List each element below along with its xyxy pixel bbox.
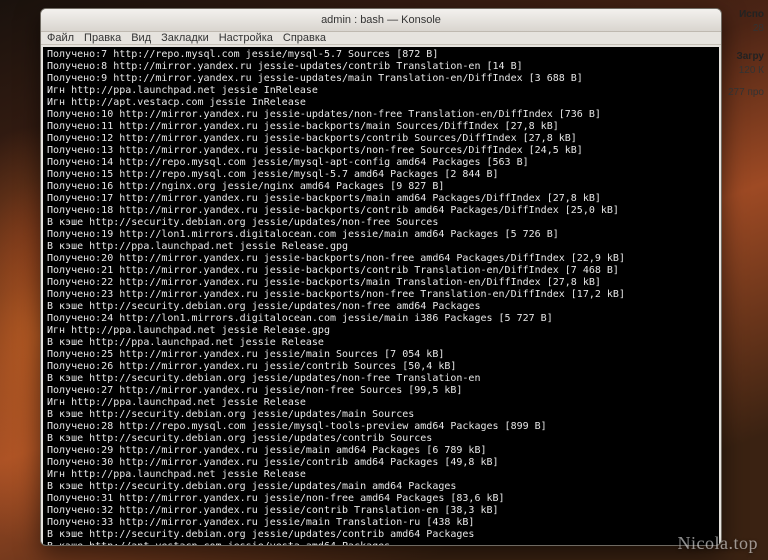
menu-file[interactable]: Файл bbox=[47, 32, 74, 44]
side-panel-cropped: Испо 28 Загру 120 К 277 про bbox=[716, 0, 768, 128]
terminal-line: Получено:8 http://mirror.yandex.ru jessi… bbox=[47, 61, 715, 73]
terminal-line: Получено:31 http://mirror.yandex.ru jess… bbox=[47, 493, 715, 505]
terminal-line: Получено:26 http://mirror.yandex.ru jess… bbox=[47, 361, 715, 373]
terminal-line: Получено:21 http://mirror.yandex.ru jess… bbox=[47, 265, 715, 277]
terminal-line: Получено:23 http://mirror.yandex.ru jess… bbox=[47, 289, 715, 301]
menu-bookmarks[interactable]: Закладки bbox=[161, 32, 209, 44]
terminal-line: Игн http://ppa.launchpad.net jessie Rele… bbox=[47, 397, 715, 409]
terminal-line: Получено:13 http://mirror.yandex.ru jess… bbox=[47, 145, 715, 157]
terminal-line: Получено:19 http://lon1.mirrors.digitalo… bbox=[47, 229, 715, 241]
terminal-line: Получено:25 http://mirror.yandex.ru jess… bbox=[47, 349, 715, 361]
terminal-output[interactable]: Получено:7 http://repo.mysql.com jessie/… bbox=[43, 47, 719, 546]
konsole-window: admin : bash — Konsole Файл Правка Вид З… bbox=[40, 8, 722, 546]
terminal-line: Получено:10 http://mirror.yandex.ru jess… bbox=[47, 109, 715, 121]
terminal-line: Получено:18 http://mirror.yandex.ru jess… bbox=[47, 205, 715, 217]
terminal-line: Получено:11 http://mirror.yandex.ru jess… bbox=[47, 121, 715, 133]
terminal-line: Получено:32 http://mirror.yandex.ru jess… bbox=[47, 505, 715, 517]
terminal-line: В кэше http://security.debian.org jessie… bbox=[47, 373, 715, 385]
menu-settings[interactable]: Настройка bbox=[219, 32, 273, 44]
terminal-line: В кэше http://security.debian.org jessie… bbox=[47, 529, 715, 541]
terminal-line: Получено:17 http://mirror.yandex.ru jess… bbox=[47, 193, 715, 205]
terminal-line: Получено:30 http://mirror.yandex.ru jess… bbox=[47, 457, 715, 469]
watermark-text: Nicola.top bbox=[678, 533, 758, 554]
terminal-line: Получено:15 http://repo.mysql.com jessie… bbox=[47, 169, 715, 181]
side-header-2: Загру bbox=[716, 50, 764, 64]
terminal-line: В кэше http://ppa.launchpad.net jessie R… bbox=[47, 337, 715, 349]
terminal-line: Игн http://ppa.launchpad.net jessie Rele… bbox=[47, 325, 715, 337]
terminal-line: Получено:24 http://lon1.mirrors.digitalo… bbox=[47, 313, 715, 325]
terminal-line: Игн http://ppa.launchpad.net jessie InRe… bbox=[47, 85, 715, 97]
terminal-line: Получено:16 http://nginx.org jessie/ngin… bbox=[47, 181, 715, 193]
terminal-line: Получено:22 http://mirror.yandex.ru jess… bbox=[47, 277, 715, 289]
menu-help[interactable]: Справка bbox=[283, 32, 326, 44]
side-value-1: 28 bbox=[716, 22, 764, 36]
terminal-line: Получено:29 http://mirror.yandex.ru jess… bbox=[47, 445, 715, 457]
terminal-line: В кэше http://security.debian.org jessie… bbox=[47, 217, 715, 229]
side-value-3: 277 про bbox=[716, 86, 764, 100]
side-value-2: 120 К bbox=[716, 64, 764, 78]
window-title: admin : bash — Konsole bbox=[321, 14, 441, 26]
menu-edit[interactable]: Правка bbox=[84, 32, 121, 44]
terminal-line: Получено:12 http://mirror.yandex.ru jess… bbox=[47, 133, 715, 145]
terminal-line: В кэше http://ppa.launchpad.net jessie R… bbox=[47, 241, 715, 253]
terminal-line: Игн http://apt.vestacp.com jessie InRele… bbox=[47, 97, 715, 109]
terminal-line: Получено:27 http://mirror.yandex.ru jess… bbox=[47, 385, 715, 397]
terminal-line: Игн http://ppa.launchpad.net jessie Rele… bbox=[47, 469, 715, 481]
terminal-line: Получено:33 http://mirror.yandex.ru jess… bbox=[47, 517, 715, 529]
terminal-container: Получено:7 http://repo.mysql.com jessie/… bbox=[41, 45, 721, 546]
terminal-line: В кэше http://security.debian.org jessie… bbox=[47, 301, 715, 313]
menu-bar: Файл Правка Вид Закладки Настройка Справ… bbox=[41, 32, 721, 45]
terminal-line: В кэше http://apt.vestacp.com jessie/ves… bbox=[47, 541, 715, 546]
side-header-1: Испо bbox=[716, 8, 764, 22]
terminal-line: Получено:9 http://mirror.yandex.ru jessi… bbox=[47, 73, 715, 85]
terminal-line: В кэше http://security.debian.org jessie… bbox=[47, 481, 715, 493]
terminal-line: Получено:28 http://repo.mysql.com jessie… bbox=[47, 421, 715, 433]
window-titlebar[interactable]: admin : bash — Konsole bbox=[41, 9, 721, 32]
terminal-line: Получено:7 http://repo.mysql.com jessie/… bbox=[47, 49, 715, 61]
terminal-line: Получено:14 http://repo.mysql.com jessie… bbox=[47, 157, 715, 169]
menu-view[interactable]: Вид bbox=[131, 32, 151, 44]
terminal-line: В кэше http://security.debian.org jessie… bbox=[47, 433, 715, 445]
terminal-line: Получено:20 http://mirror.yandex.ru jess… bbox=[47, 253, 715, 265]
terminal-line: В кэше http://security.debian.org jessie… bbox=[47, 409, 715, 421]
